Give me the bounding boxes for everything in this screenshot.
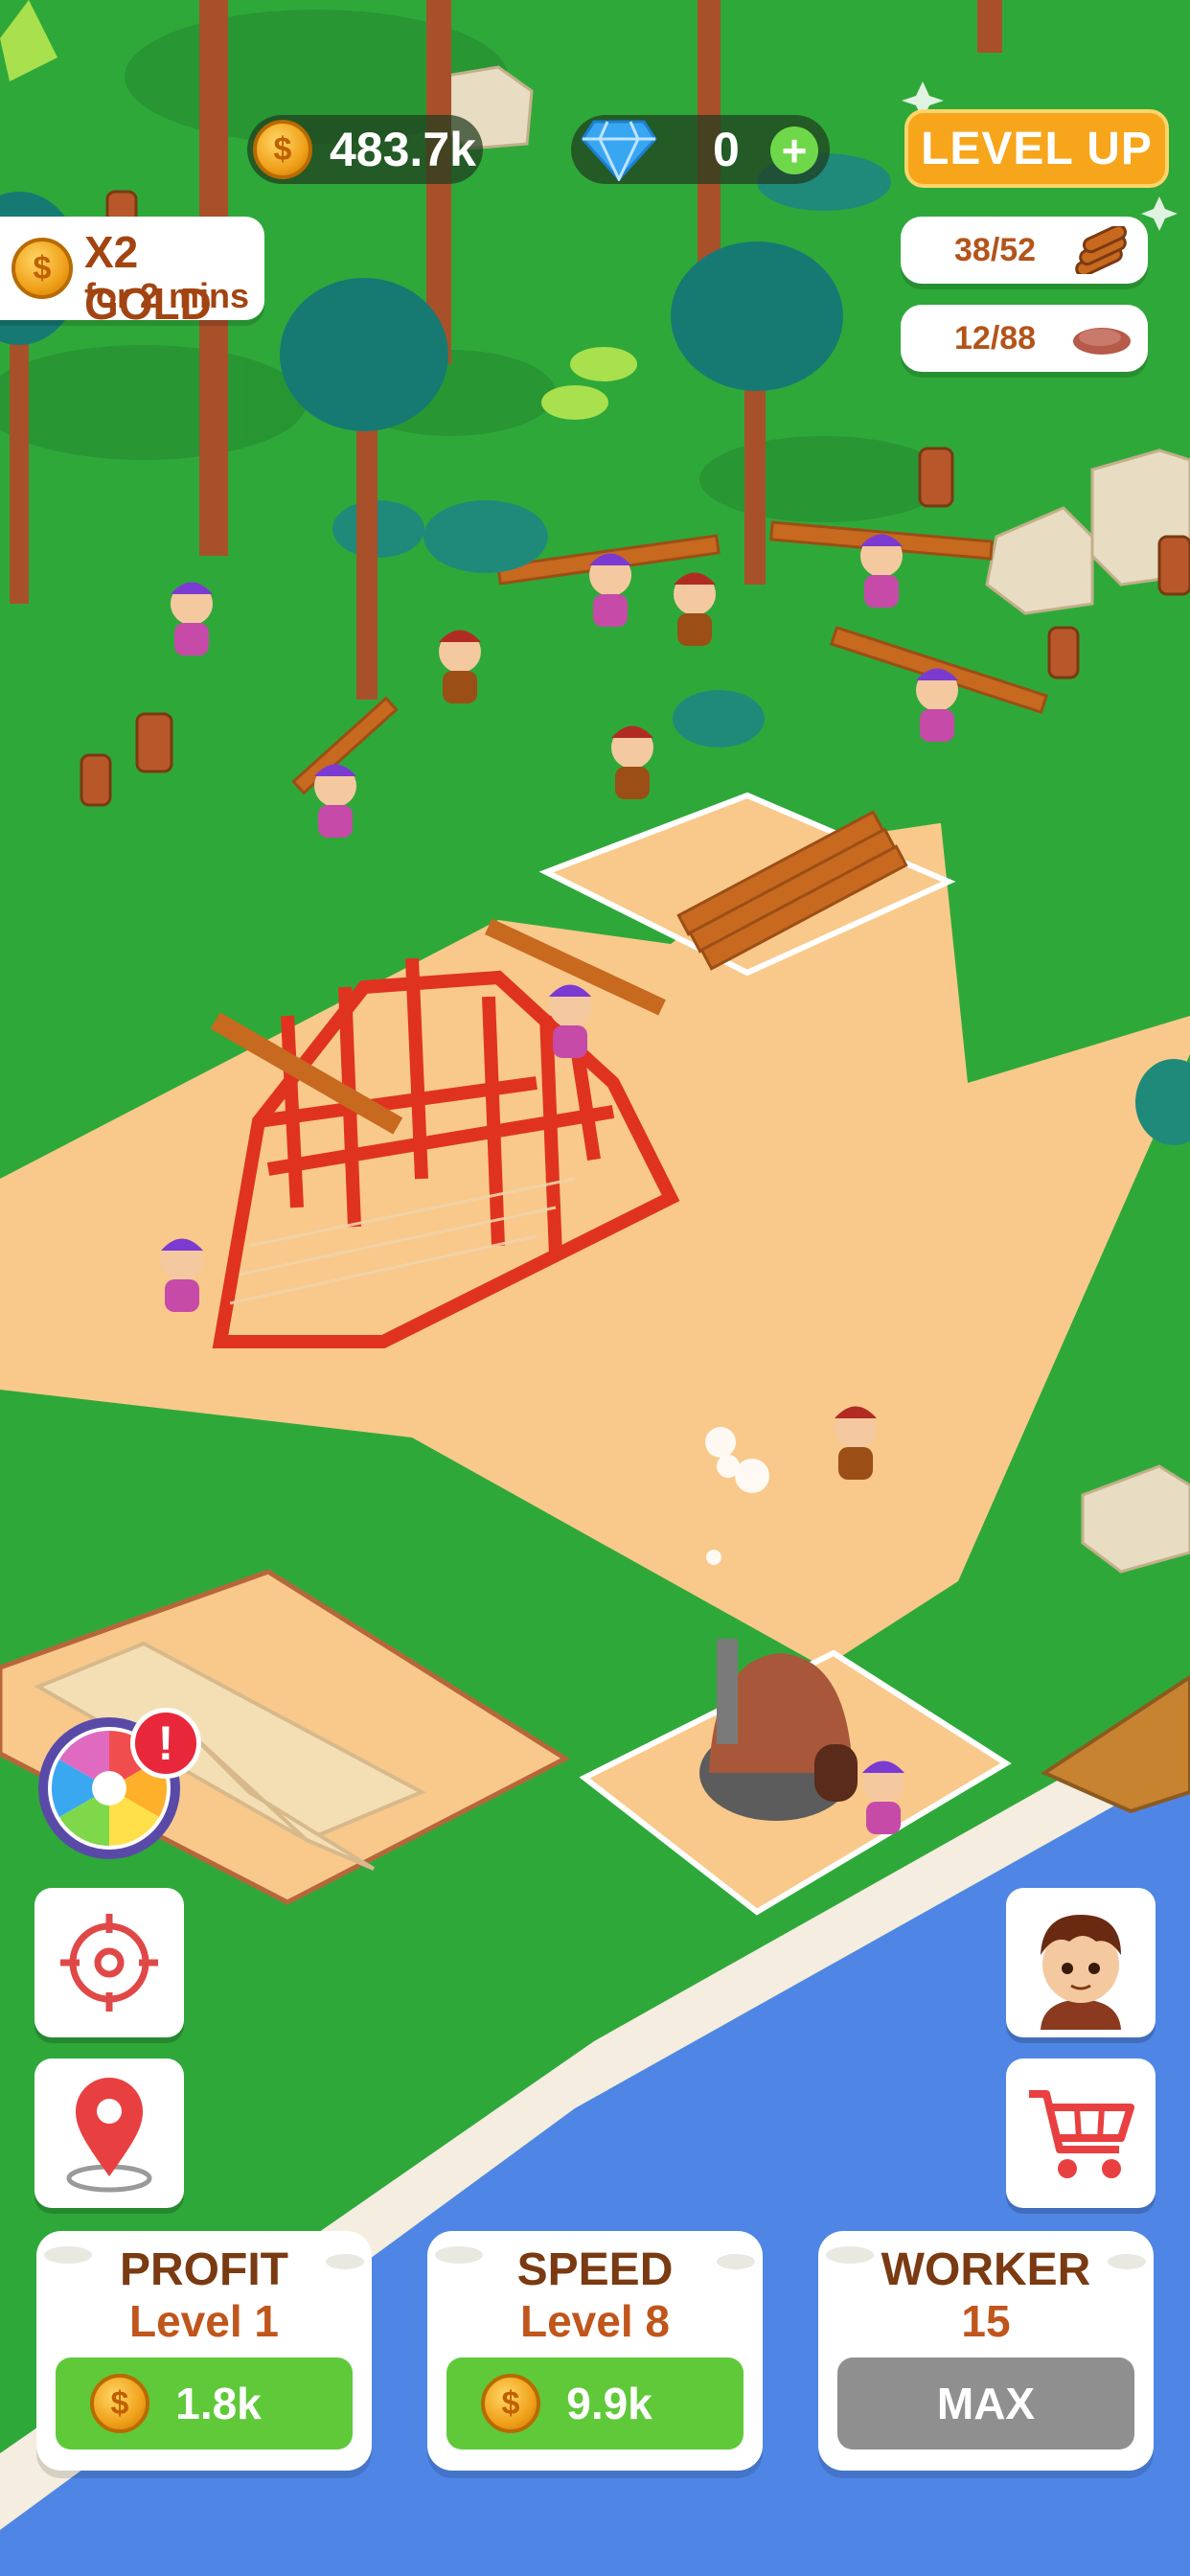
speed-cost: 9.9k <box>566 2379 652 2428</box>
worker-count: 15 <box>961 2296 1011 2346</box>
exclamation-icon: ! <box>130 1708 201 1779</box>
profit-buy-button[interactable]: $ 1.8k <box>56 2358 353 2450</box>
gem-counter: 0 + <box>571 115 830 184</box>
meat-count: 12/88 <box>954 320 1037 356</box>
map-button[interactable] <box>34 2058 184 2208</box>
speed-buy-button[interactable]: $ 9.9k <box>446 2358 744 2450</box>
wood-resource: 38/52 <box>901 217 1148 284</box>
shop-button[interactable] <box>1006 2058 1156 2208</box>
shopping-cart-icon <box>1029 2090 1134 2178</box>
worker-max-label: MAX <box>936 2379 1036 2428</box>
x2-gold-boost-button[interactable]: $ X2 GOLD for 2 mins <box>0 217 264 329</box>
spin-wheel-button[interactable]: ! <box>34 1708 201 1863</box>
gold-counter: $ 483.7k <box>247 115 483 184</box>
card-decoration <box>826 2246 874 2264</box>
profit-level: Level 1 <box>129 2296 279 2346</box>
level-up-button[interactable]: LEVEL UP <box>904 109 1169 188</box>
gold-coin-icon: $ <box>11 238 73 299</box>
card-decoration <box>435 2246 483 2264</box>
level-up-label: LEVEL UP <box>921 123 1153 174</box>
card-decoration <box>1108 2254 1146 2269</box>
gold-coin-icon: $ <box>253 120 312 179</box>
card-decoration <box>717 2254 755 2269</box>
boost-subtitle: for 2 mins <box>84 276 250 315</box>
caveman-avatar-icon <box>1041 1915 1121 2030</box>
wood-count: 38/52 <box>954 232 1037 268</box>
locate-button[interactable] <box>34 1888 184 2037</box>
crosshair-icon <box>60 1914 158 2012</box>
worker-upgrade-card: WORKER 15 MAX <box>818 2231 1154 2471</box>
add-gems-button[interactable]: + <box>770 126 818 174</box>
card-decoration <box>326 2254 364 2269</box>
profit-cost: 1.8k <box>175 2379 262 2428</box>
meat-icon <box>1073 328 1131 355</box>
plus-icon: + <box>781 126 808 175</box>
card-decoration <box>44 2246 92 2264</box>
gold-coin-icon: $ <box>481 2374 540 2433</box>
worker-max-button[interactable]: MAX <box>837 2358 1134 2450</box>
gold-coin-icon: $ <box>90 2374 149 2433</box>
gem-amount: 0 <box>713 123 740 176</box>
map-pin-icon <box>66 2078 152 2193</box>
speed-upgrade-card: SPEED Level 8 $ 9.9k <box>427 2231 763 2471</box>
diamond-icon <box>581 120 657 181</box>
character-button[interactable] <box>1006 1888 1156 2037</box>
meat-resource: 12/88 <box>901 305 1148 372</box>
profit-upgrade-card: PROFIT Level 1 $ 1.8k <box>36 2231 372 2471</box>
speed-level: Level 8 <box>520 2296 670 2346</box>
gold-amount: 483.7k <box>330 123 476 176</box>
logs-icon <box>1075 226 1128 274</box>
